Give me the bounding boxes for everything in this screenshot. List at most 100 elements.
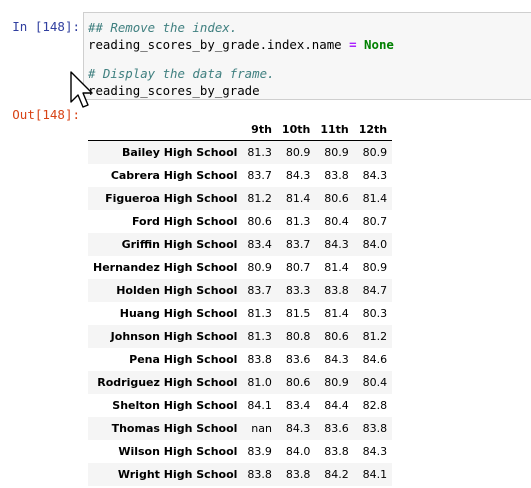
- table-cell: 80.6: [285, 376, 311, 389]
- table-cell: 80.7: [362, 215, 388, 228]
- table-cell: 83.6: [285, 353, 311, 366]
- table-row: Shelton High School 84.1 83.4 84.4 82.8: [88, 394, 392, 417]
- table-row: Cabrera High School 83.7 84.3 83.8 84.3: [88, 164, 392, 187]
- table-cell: 84.3: [324, 353, 349, 366]
- table-cell: 84.2: [324, 468, 349, 481]
- index-header: [88, 118, 243, 141]
- code-line-5: reading_scores_by_grade: [88, 82, 260, 99]
- table-cell: 84.3: [324, 238, 349, 251]
- code-expression: reading_scores_by_grade.index.name: [88, 37, 350, 52]
- row-index-label: Rodriguez High School: [97, 376, 238, 389]
- code-comment: # Display the data frame.: [88, 66, 275, 81]
- table-cell: 83.6: [324, 422, 349, 435]
- table-cell: 81.3: [247, 307, 272, 320]
- table-cell: nan: [251, 422, 272, 435]
- table-cell: 83.7: [285, 238, 311, 251]
- code-comment: ## Remove the index.: [88, 20, 238, 35]
- row-index-label: Figueroa High School: [105, 192, 238, 205]
- column-header: 12th: [353, 118, 393, 141]
- table-cell: 80.6: [324, 192, 349, 205]
- table-cell: 80.9: [285, 146, 311, 159]
- table-cell: 80.6: [324, 330, 349, 343]
- table-cell: 84.4: [324, 399, 349, 412]
- table-cell: 84.3: [285, 422, 311, 435]
- table-row: Hernandez High School 80.9 80.7 81.4 80.9: [88, 256, 392, 279]
- table-cell: 84.0: [285, 445, 311, 458]
- row-index-label: Bailey High School: [121, 146, 238, 159]
- table-cell: 81.0: [247, 376, 272, 389]
- table-cell: 84.0: [362, 238, 388, 251]
- row-index-label: Wilson High School: [118, 445, 238, 458]
- table-cell: 83.8: [285, 468, 311, 481]
- table-cell: 81.3: [247, 330, 272, 343]
- table-cell: 84.1: [362, 468, 388, 481]
- table-cell: 80.9: [324, 146, 349, 159]
- table-cell: 83.8: [324, 445, 349, 458]
- table-cell: 83.7: [247, 169, 272, 182]
- table-cell: 80.9: [362, 261, 388, 274]
- table-cell: 81.3: [285, 215, 311, 228]
- table-cell: 81.4: [285, 192, 311, 205]
- table-cell: 80.9: [247, 261, 272, 274]
- row-index-label: Griffin High School: [121, 238, 238, 251]
- column-header: 9th: [242, 118, 277, 141]
- table-cell: 83.7: [247, 284, 272, 297]
- table-cell: 83.8: [247, 468, 272, 481]
- code-operator: =: [349, 37, 357, 52]
- table-cell: 81.4: [324, 261, 349, 274]
- table-cell: 83.9: [247, 445, 272, 458]
- code-line-2: reading_scores_by_grade.index.name = Non…: [88, 36, 394, 53]
- table-cell: 80.9: [324, 376, 349, 389]
- table-cell: 84.3: [362, 445, 388, 458]
- table-cell: 80.6: [247, 215, 272, 228]
- row-index-label: Holden High School: [116, 284, 238, 297]
- table-cell: 83.4: [285, 399, 311, 412]
- table-cell: 81.4: [324, 307, 349, 320]
- row-index-label: Pena High School: [129, 353, 238, 366]
- table-row: Pena High School 83.8 83.6 84.3 84.6: [88, 348, 392, 371]
- row-index-label: Thomas High School: [111, 422, 238, 435]
- row-index-label: Ford High School: [131, 215, 238, 228]
- code-editor[interactable]: ## Remove the index. reading_scores_by_g…: [83, 12, 531, 100]
- table-header-row: 9th 10th 11th 12th: [88, 118, 393, 141]
- mouse-pointer-icon: [70, 71, 93, 108]
- row-index-label: Huang High School: [119, 307, 238, 320]
- code-keyword: None: [364, 37, 394, 52]
- table-cell: 83.8: [247, 353, 272, 366]
- table-cell: 80.7: [285, 261, 311, 274]
- row-index-label: Shelton High School: [112, 399, 238, 412]
- table-cell: 81.3: [247, 146, 272, 159]
- code-line-4: # Display the data frame.: [88, 65, 275, 82]
- table-cell: 82.8: [362, 399, 388, 412]
- table-cell: 84.3: [285, 169, 311, 182]
- table-cell: 80.8: [285, 330, 311, 343]
- column-header: 11th: [315, 118, 354, 141]
- table-row: Griffin High School 83.4 83.7 84.3 84.0: [88, 233, 393, 256]
- table-row: Wright High School 83.8 83.8 84.2 84.1: [88, 463, 393, 486]
- row-index-label: Hernandez High School: [93, 261, 238, 274]
- table-cell: 81.2: [362, 330, 388, 343]
- row-index-label: Cabrera High School: [110, 169, 238, 182]
- row-index-label: Wright High School: [117, 468, 238, 481]
- input-prompt: In [148]:: [12, 19, 80, 34]
- table-cell: 84.3: [362, 169, 388, 182]
- table-row: Huang High School 81.3 81.5 81.4 80.3: [88, 302, 392, 325]
- table-cell: 83.8: [324, 169, 349, 182]
- output-prompt: Out[148]:: [12, 107, 80, 122]
- table-cell: 80.4: [324, 215, 349, 228]
- table-cell: 84.6: [362, 353, 388, 366]
- table-row: Figueroa High School 81.2 81.4 80.6 81.4: [88, 187, 393, 210]
- table-row: Bailey High School 81.3 80.9 80.9 80.9: [88, 140, 393, 164]
- table-cell: 80.4: [362, 376, 388, 389]
- table-cell: 83.4: [247, 238, 272, 251]
- table-cell: 81.2: [247, 192, 272, 205]
- table-cell: 80.3: [362, 307, 388, 320]
- table-row: Ford High School 80.6 81.3 80.4 80.7: [88, 210, 392, 233]
- table-row: Johnson High School 81.3 80.8 80.6 81.2: [88, 325, 393, 348]
- table-row: Holden High School 83.7 83.3 83.8 84.7: [88, 279, 393, 302]
- table-row: Wilson High School 83.9 84.0 83.8 84.3: [88, 440, 392, 463]
- table-cell: 83.8: [324, 284, 349, 297]
- table-cell: 84.1: [247, 399, 272, 412]
- table-cell: 84.7: [362, 284, 388, 297]
- column-header: 10th: [276, 118, 316, 141]
